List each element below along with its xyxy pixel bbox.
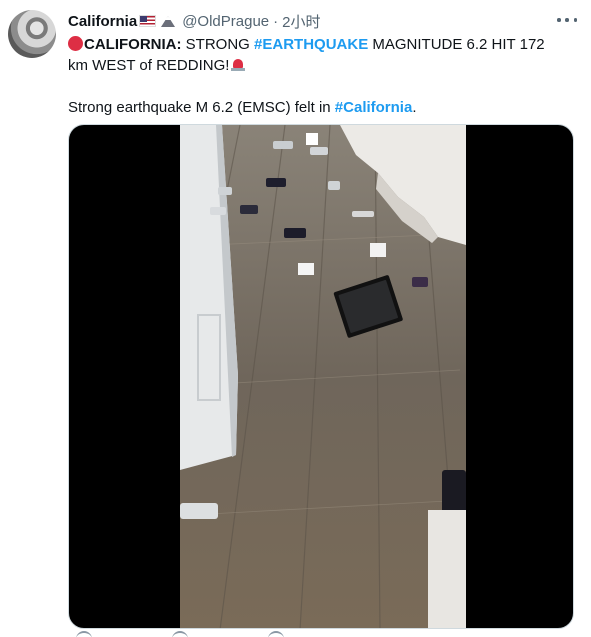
text-line-2: Strong earthquake M 6.2 (EMSC) felt in [68,99,335,116]
hashtag-california[interactable]: #California [335,99,413,116]
video-still-image [180,125,466,628]
avatar[interactable] [8,10,56,58]
caps-label: CALIFORNIA: [84,36,182,53]
video-media[interactable] [68,124,574,629]
text-part-1: STRONG [181,36,255,53]
more-icon[interactable] [557,12,577,28]
tweet-line-1: CALIFORNIA: STRONG #EARTHQUAKE MAGNITUDE… [68,34,568,76]
snow-mountain-icon [160,14,176,28]
us-flag-icon [139,15,157,27]
red-circle-icon [68,36,83,51]
tweet-line-2: Strong earthquake M 6.2 (EMSC) felt in #… [68,97,568,118]
timestamp[interactable]: 2小时 [282,11,320,32]
siren-icon [231,58,246,72]
tweet-text: CALIFORNIA: STRONG #EARTHQUAKE MAGNITUDE… [68,34,568,118]
hashtag-earthquake[interactable]: #EARTHQUAKE [254,36,368,53]
tweet-actions-partial [68,631,368,637]
retweet-icon[interactable] [172,631,188,637]
author-name[interactable]: California [68,13,137,30]
separator-dot: · [273,12,279,30]
author-handle[interactable]: @OldPrague [182,13,269,30]
video-frame [180,125,466,628]
text-line-2-end: . [412,99,417,116]
reply-icon[interactable] [76,631,92,637]
like-icon[interactable] [268,631,284,637]
tweet-header: California @OldPrague · 2小时 [68,11,551,31]
